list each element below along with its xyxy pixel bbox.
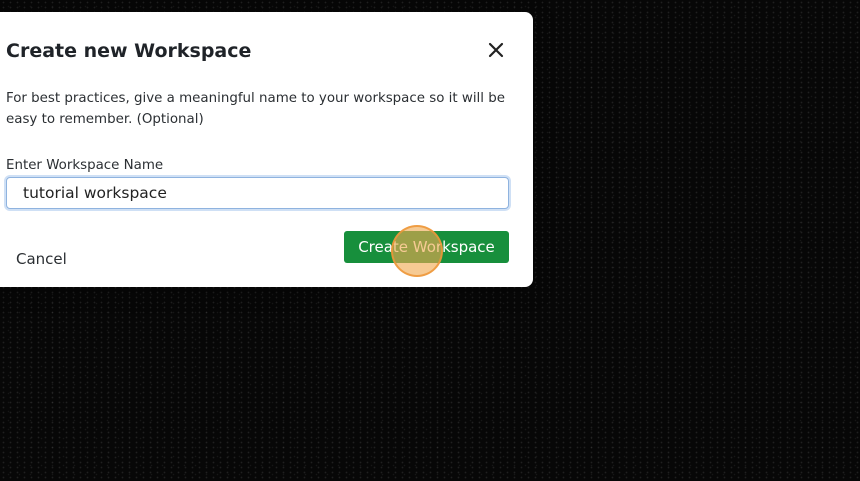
workspace-name-input[interactable] <box>6 177 509 209</box>
create-workspace-button[interactable]: Create Workspace <box>344 231 509 263</box>
close-button[interactable] <box>482 36 510 64</box>
workspace-name-label: Enter Workspace Name <box>6 158 164 173</box>
dialog-description: For best practices, give a meaningful na… <box>6 91 505 127</box>
dialog-title: Create new Workspace <box>6 40 252 62</box>
create-workspace-dialog: Create new Workspace For best practices,… <box>0 12 533 287</box>
cancel-button[interactable]: Cancel <box>6 244 77 274</box>
close-icon <box>488 42 504 58</box>
